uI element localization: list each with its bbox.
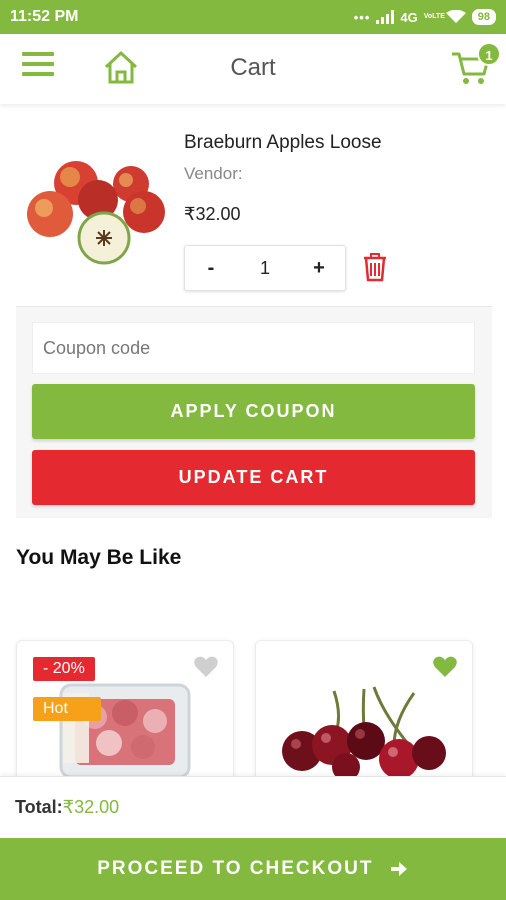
increase-quantity-button[interactable]: + <box>311 257 327 280</box>
suggestions-title: You May Be Like <box>16 546 182 569</box>
app-bar: Cart 1 <box>0 34 506 104</box>
update-cart-button[interactable]: UPDATE CART <box>32 450 475 505</box>
product-name[interactable]: Braeburn Apples Loose <box>184 132 382 154</box>
decrease-quantity-button[interactable]: - <box>203 257 219 280</box>
cherries-product-image <box>282 686 446 781</box>
product-price: ₹32.00 <box>184 204 241 224</box>
cart-item: Braeburn Apples Loose Vendor: ₹32.00 - 1… <box>0 110 506 305</box>
coupon-panel: APPLY COUPON UPDATE CART <box>16 306 492 518</box>
volte-indicator: VoLTE <box>423 13 445 20</box>
page-title: Cart <box>230 54 276 81</box>
battery-indicator: 98 <box>471 9 496 25</box>
proceed-to-checkout-button[interactable]: PROCEED TO CHECKOUT <box>0 838 506 900</box>
cart-count-badge: 1 <box>477 42 501 66</box>
cart-screen: 11:52 PM ••• 4G VoLTE 98 Cart 1 Braeburn… <box>0 0 506 900</box>
discount-badge: - 20% <box>33 657 95 681</box>
checkout-label: PROCEED TO CHECKOUT <box>97 858 374 879</box>
status-bar: 11:52 PM ••• 4G VoLTE 98 <box>0 0 506 34</box>
vendor-label: Vendor: <box>184 164 243 183</box>
heart-icon[interactable] <box>193 655 219 679</box>
wifi-icon <box>445 10 466 23</box>
hot-badge: Hot <box>33 697 101 721</box>
total-row: Total:₹32.00 <box>15 797 119 818</box>
trash-icon[interactable] <box>362 252 388 282</box>
notification-dots-icon: ••• <box>353 9 371 25</box>
status-icons: ••• 4G VoLTE 98 <box>354 9 496 25</box>
status-time: 11:52 PM <box>10 8 79 25</box>
total-value: ₹32.00 <box>62 797 120 817</box>
arrow-right-icon <box>390 861 407 876</box>
network-type: 4G <box>400 9 418 25</box>
apply-coupon-button[interactable]: APPLY COUPON <box>32 384 475 439</box>
total-label: Total: <box>15 797 63 817</box>
total-bar: Total:₹32.00 <box>0 776 506 838</box>
heart-icon[interactable] <box>432 655 458 679</box>
meat-product-image <box>59 683 191 779</box>
coupon-code-input[interactable] <box>32 322 475 374</box>
apples-product-image <box>27 161 165 265</box>
signal-icon <box>376 10 395 24</box>
quantity-value[interactable]: 1 <box>260 258 270 279</box>
quantity-stepper: - 1 + <box>184 245 346 291</box>
